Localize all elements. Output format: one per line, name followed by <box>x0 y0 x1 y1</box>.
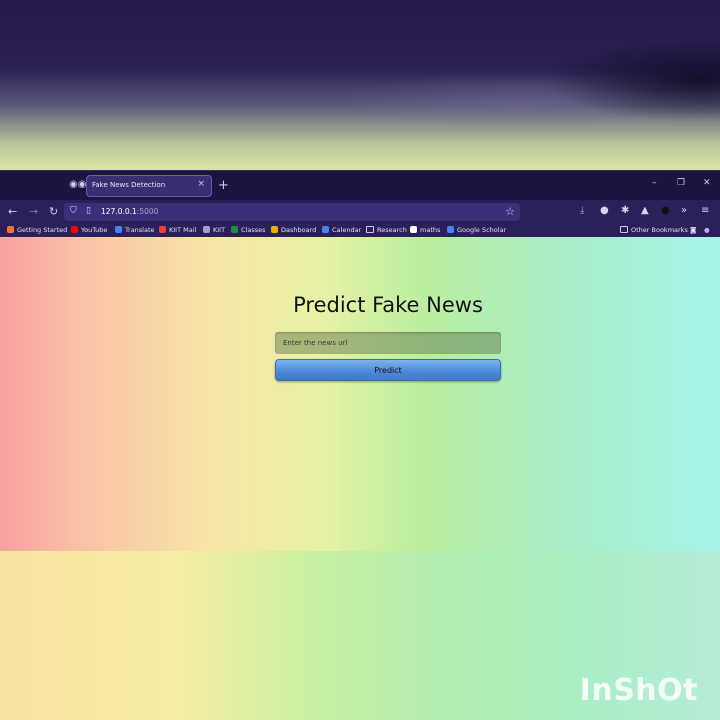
bookmark-dashboard[interactable]: Dashboard <box>271 226 316 234</box>
background-top <box>0 0 720 170</box>
url-text: 127.0.0.1:5000 <box>101 207 158 216</box>
firefox-icon <box>7 226 14 233</box>
restore-button[interactable]: ❐ <box>677 178 685 188</box>
tab-title: Fake News Detection <box>92 181 166 189</box>
youtube-icon <box>71 226 78 233</box>
url-port: :5000 <box>136 207 159 216</box>
extension-dark-icon[interactable]: ● <box>661 205 670 216</box>
gmail-icon <box>159 226 166 233</box>
extension-settings-icon[interactable]: ✱ <box>621 205 629 216</box>
bookmark-classes[interactable]: Classes <box>231 226 266 234</box>
bookmark-calendar[interactable]: Calendar <box>322 226 361 234</box>
dashboard-icon <box>271 226 278 233</box>
tab-fake-news-detection[interactable]: Fake News Detection × <box>86 175 212 197</box>
private-browsing-icon: ◉◉ <box>69 179 87 190</box>
url-host: 127.0.0.1 <box>101 207 137 216</box>
bookmark-research[interactable]: Research <box>366 226 407 234</box>
page-content: Predict Fake News Predict <box>0 237 720 551</box>
tab-bar: ◉◉ Fake News Detection × + – ❐ ✕ <box>0 170 720 200</box>
classroom-icon <box>231 226 238 233</box>
page-info-icon[interactable]: ▯ <box>86 206 91 216</box>
navigation-bar: ← → ↻ ⛉ ▯ 127.0.0.1:5000 ☆ ⤓ ● ✱ ▲ ● » ≡ <box>0 200 720 224</box>
pocket-icon[interactable]: ◙ <box>690 226 696 234</box>
bookmark-getting-started[interactable]: Getting Started <box>7 226 67 234</box>
bookmark-kiit-mail[interactable]: KIIT Mail <box>159 226 196 234</box>
bookmark-kiit[interactable]: KIIT <box>203 226 225 234</box>
predict-button[interactable]: Predict <box>275 359 501 381</box>
back-button[interactable]: ← <box>8 205 17 218</box>
bookmark-star-icon[interactable]: ☆ <box>505 205 515 218</box>
bookmark-translate[interactable]: Translate <box>115 226 155 234</box>
menu-icon[interactable]: ≡ <box>701 205 709 216</box>
translate-icon <box>115 226 122 233</box>
shield-icon[interactable]: ⛉ <box>70 206 77 216</box>
bookmark-other[interactable]: Other Bookmarks <box>620 226 688 234</box>
page-title: Predict Fake News <box>293 293 483 317</box>
download-icon[interactable]: ⤓ <box>580 205 584 216</box>
tab-close-icon[interactable]: × <box>197 179 205 189</box>
calendar-icon <box>322 226 329 233</box>
forward-button[interactable]: → <box>29 205 38 218</box>
account-icon[interactable]: ● <box>704 226 710 234</box>
extension-triangle-icon[interactable]: ▲ <box>641 205 649 216</box>
wolfram-icon <box>410 226 417 233</box>
overflow-chevron-icon[interactable]: » <box>681 205 687 216</box>
bookmark-google-scholar[interactable]: Google Scholar <box>447 226 506 234</box>
folder-icon <box>620 226 628 233</box>
bookmark-youtube[interactable]: YouTube <box>71 226 107 234</box>
extension-icon[interactable]: ● <box>600 205 609 216</box>
inshot-watermark: InShOt <box>579 673 698 708</box>
bookmark-maths[interactable]: maths <box>410 226 440 234</box>
browser-window: ◉◉ Fake News Detection × + – ❐ ✕ ← → ↻ ⛉… <box>0 170 720 551</box>
news-url-input[interactable] <box>275 332 501 354</box>
minimize-button[interactable]: – <box>652 178 657 188</box>
kiit-icon <box>203 226 210 233</box>
folder-icon <box>366 226 374 233</box>
reload-button[interactable]: ↻ <box>49 205 58 218</box>
new-tab-button[interactable]: + <box>218 178 229 193</box>
close-window-button[interactable]: ✕ <box>703 178 711 188</box>
url-bar[interactable]: ⛉ ▯ 127.0.0.1:5000 ☆ <box>64 203 520 221</box>
scholar-icon <box>447 226 454 233</box>
